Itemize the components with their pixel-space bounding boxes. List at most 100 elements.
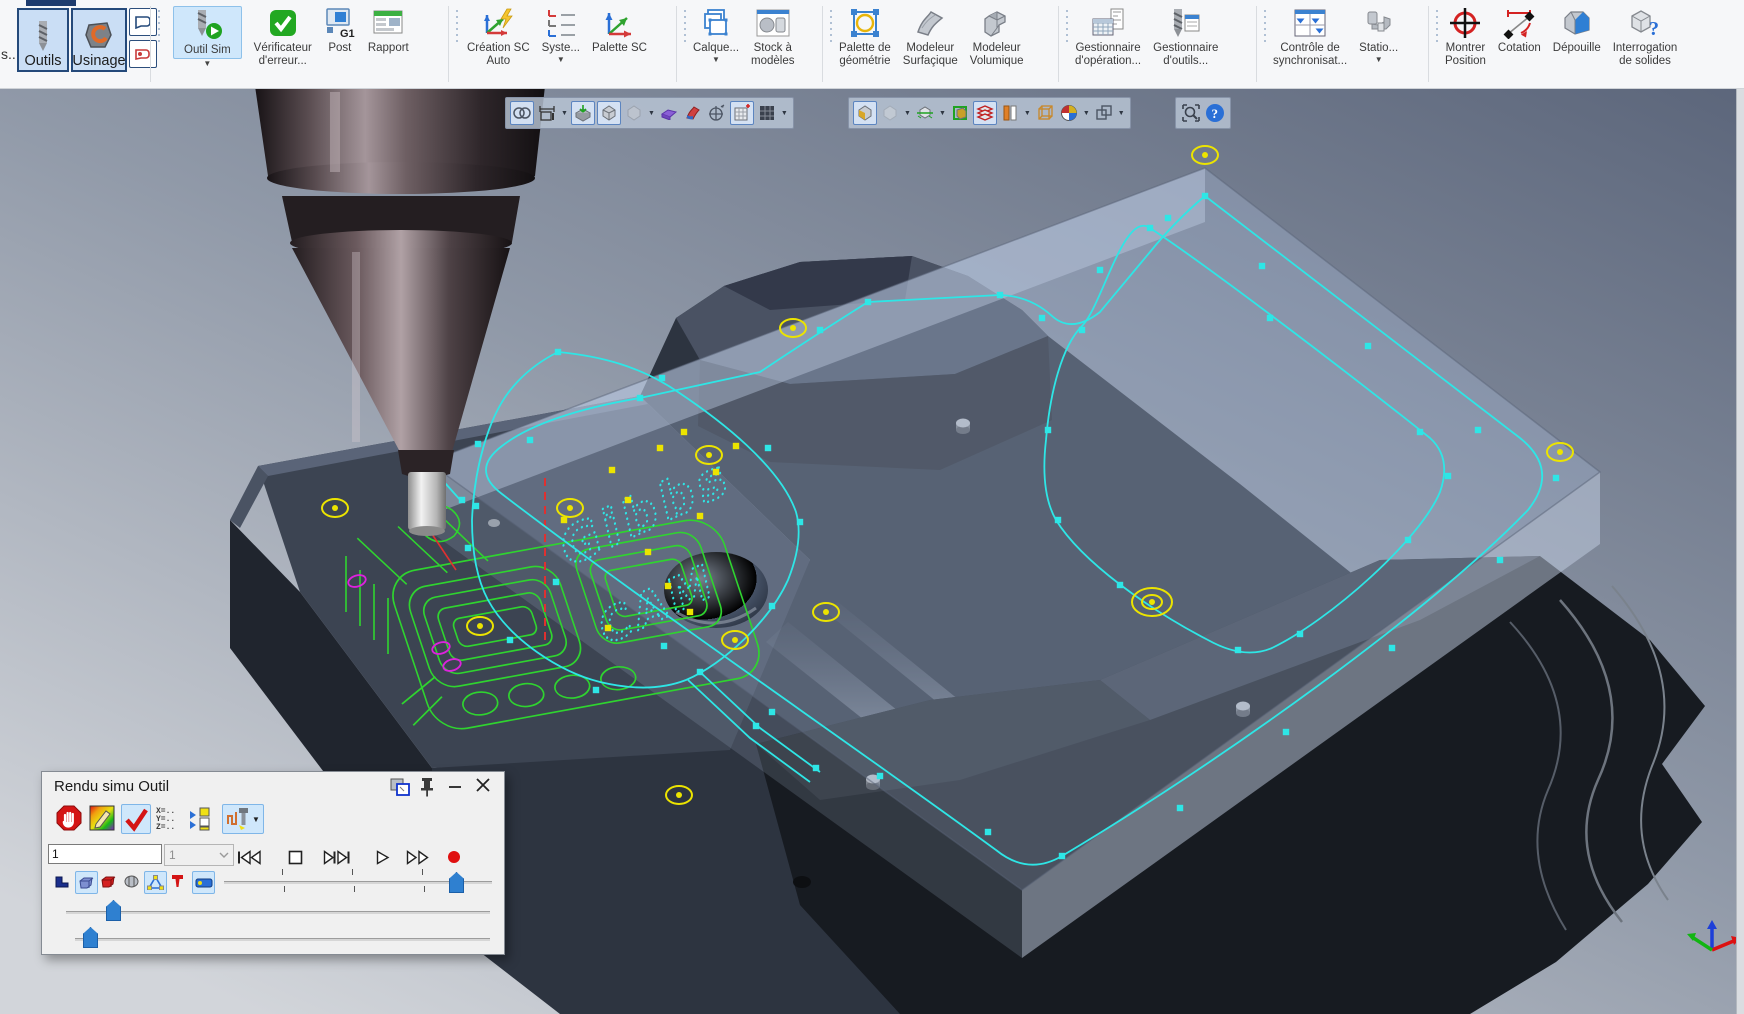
tool-display-icon[interactable] xyxy=(121,871,142,892)
cotation-button[interactable]: Cotation xyxy=(1493,4,1546,57)
surface-display-icon[interactable] xyxy=(682,102,704,124)
gestionnaire-operations-button[interactable]: Gestionnaire d'opération... xyxy=(1070,4,1146,70)
drill-bit-icon xyxy=(30,19,56,53)
chevron-down-icon[interactable]: ▼ xyxy=(561,110,568,117)
fast-forward-button[interactable] xyxy=(404,848,434,866)
axes-globe-icon[interactable] xyxy=(706,102,728,124)
axes-display-icon[interactable] xyxy=(144,871,167,894)
render-sphere-icon[interactable] xyxy=(1058,102,1080,124)
speed-slider-track[interactable] xyxy=(66,911,490,914)
close-icon[interactable] xyxy=(473,775,493,795)
speed-slider-handle[interactable] xyxy=(106,900,121,921)
stock-modeles-button[interactable]: Stock à modèles xyxy=(746,4,799,70)
chevron-down-icon[interactable]: ▼ xyxy=(1375,56,1383,64)
zoom-select-icon[interactable] xyxy=(1180,102,1202,124)
outil-sim-button[interactable]: Outil Sim ▼ xyxy=(168,4,247,70)
hidden-solid-icon[interactable] xyxy=(623,102,645,124)
gestionnaire-outils-button[interactable]: Gestionnaire d'outils... xyxy=(1148,4,1223,70)
controle-synchronisation-button[interactable]: Contrôle de synchronisat... xyxy=(1268,4,1352,70)
record-button[interactable] xyxy=(444,848,464,866)
step-forward-button[interactable] xyxy=(322,848,352,866)
pin-icon[interactable] xyxy=(418,776,436,798)
play-button[interactable] xyxy=(368,848,398,866)
cs-axes-icon xyxy=(602,6,636,40)
modeleur-volumique-button[interactable]: Modeleur Volumique xyxy=(965,4,1029,70)
palette-geometrie-button[interactable]: Palette de géométrie xyxy=(834,4,896,70)
chevron-down-icon[interactable]: ▼ xyxy=(939,110,946,117)
arrange-windows-icon[interactable] xyxy=(1093,102,1115,124)
calques-button[interactable]: Calque... ▼ xyxy=(688,4,744,66)
tool-render-mode-button[interactable]: ▼ xyxy=(222,804,264,834)
goto-operation-button[interactable] xyxy=(187,804,215,832)
dimension-box-icon[interactable] xyxy=(536,102,558,124)
geometry-circles-icon[interactable] xyxy=(510,101,534,125)
surface-icon xyxy=(914,6,946,40)
chevron-down-icon[interactable]: ▼ xyxy=(252,815,260,824)
stop-button[interactable] xyxy=(280,848,310,866)
minimize-icon[interactable] xyxy=(446,776,464,796)
systemes-coordonnees-button[interactable]: Syste... ▼ xyxy=(537,4,585,66)
position-slider-handle[interactable] xyxy=(83,927,98,948)
chevron-down-icon[interactable]: ▼ xyxy=(781,110,788,117)
creation-sc-auto-button[interactable]: Création SC Auto xyxy=(462,4,535,70)
rapport-button[interactable]: Rapport xyxy=(363,4,414,57)
toolpath-layers-icon[interactable] xyxy=(973,101,997,125)
tool-manager-icon xyxy=(1170,6,1202,40)
viewport-scrollbar[interactable] xyxy=(1736,88,1744,1014)
stock-visibility-icon[interactable] xyxy=(571,101,595,125)
chevron-down-icon[interactable]: ▼ xyxy=(203,60,211,68)
speed-combo[interactable]: 1 xyxy=(164,844,234,866)
fixture-display-toggle-icon[interactable] xyxy=(192,871,215,894)
bars-compare-icon[interactable] xyxy=(999,102,1021,124)
wireframe-cube-icon[interactable] xyxy=(1034,102,1056,124)
unshaded-view-icon[interactable] xyxy=(879,102,901,124)
post-button[interactable]: G1 Post xyxy=(319,4,361,57)
shaded-view-icon[interactable] xyxy=(853,101,877,125)
chevron-down-icon[interactable]: ▼ xyxy=(904,110,911,117)
holder-display-icon[interactable] xyxy=(167,871,188,892)
chevron-down-icon[interactable]: ▼ xyxy=(712,56,720,64)
verificateur-erreur-button[interactable]: Vérificateur d'erreur... xyxy=(249,4,317,70)
section-view-icon[interactable] xyxy=(914,102,936,124)
machining-prefs-button[interactable] xyxy=(129,40,157,68)
palette-sc-button[interactable]: Palette SC xyxy=(587,4,652,57)
tab-outils[interactable]: Outils xyxy=(17,8,69,72)
interrogation-solides-button[interactable]: ? Interrogation de solides xyxy=(1608,4,1683,70)
position-slider-track[interactable] xyxy=(75,938,490,941)
operations-manager-icon xyxy=(1091,6,1125,40)
svg-text:Z=..: Z=.. xyxy=(156,823,175,831)
solid-query-icon: ? xyxy=(1628,6,1662,40)
stock-bounds-icon[interactable] xyxy=(949,102,971,124)
chevron-down-icon[interactable]: ▼ xyxy=(1118,110,1125,117)
flat-view-button[interactable] xyxy=(129,8,157,36)
modeleur-surfacique-button[interactable]: Modeleur Surfaçique xyxy=(898,4,963,70)
rapid-display-icon[interactable] xyxy=(52,871,73,892)
chevron-down-icon[interactable]: ▼ xyxy=(1083,110,1090,117)
stations-button[interactable]: Statio... ▼ xyxy=(1354,4,1403,66)
chevron-down-icon[interactable]: ▼ xyxy=(557,56,565,64)
window-title-fragment xyxy=(26,0,76,6)
grid-add-icon[interactable] xyxy=(730,101,754,125)
help-icon[interactable]: ? xyxy=(1204,102,1226,124)
cut-stock-display-icon[interactable] xyxy=(98,871,119,892)
solid-visibility-icon[interactable] xyxy=(597,101,621,125)
render-colors-button[interactable] xyxy=(88,804,116,832)
stop-hand-button[interactable] xyxy=(55,804,83,832)
grid-dark-icon[interactable] xyxy=(756,102,778,124)
chevron-down-icon[interactable]: ▼ xyxy=(648,110,655,117)
svg-text:G1: G1 xyxy=(340,28,355,39)
rewind-start-button[interactable] xyxy=(234,848,264,866)
frame-number-input[interactable] xyxy=(48,844,162,864)
show-coordinates-button[interactable]: X=..Y=..Z=.. xyxy=(154,804,182,832)
verify-toggle-button[interactable] xyxy=(121,804,151,834)
stock-display-icon[interactable] xyxy=(75,871,98,894)
detach-window-icon[interactable] xyxy=(389,777,411,797)
fixture-display-icon[interactable] xyxy=(658,102,680,124)
tab-usinage[interactable]: Usinage xyxy=(71,8,127,72)
montrer-position-button[interactable]: Montrer Position xyxy=(1440,4,1491,70)
chevron-down-icon[interactable]: ▼ xyxy=(1024,110,1031,117)
gibbscam-logo-icon xyxy=(83,19,115,53)
progress-handle[interactable] xyxy=(449,872,464,893)
rendu-simu-outil-dialog: Rendu simu Outil X=..Y=..Z=.. ▼ 1 xyxy=(41,771,505,955)
depouille-button[interactable]: Dépouille xyxy=(1548,4,1606,57)
